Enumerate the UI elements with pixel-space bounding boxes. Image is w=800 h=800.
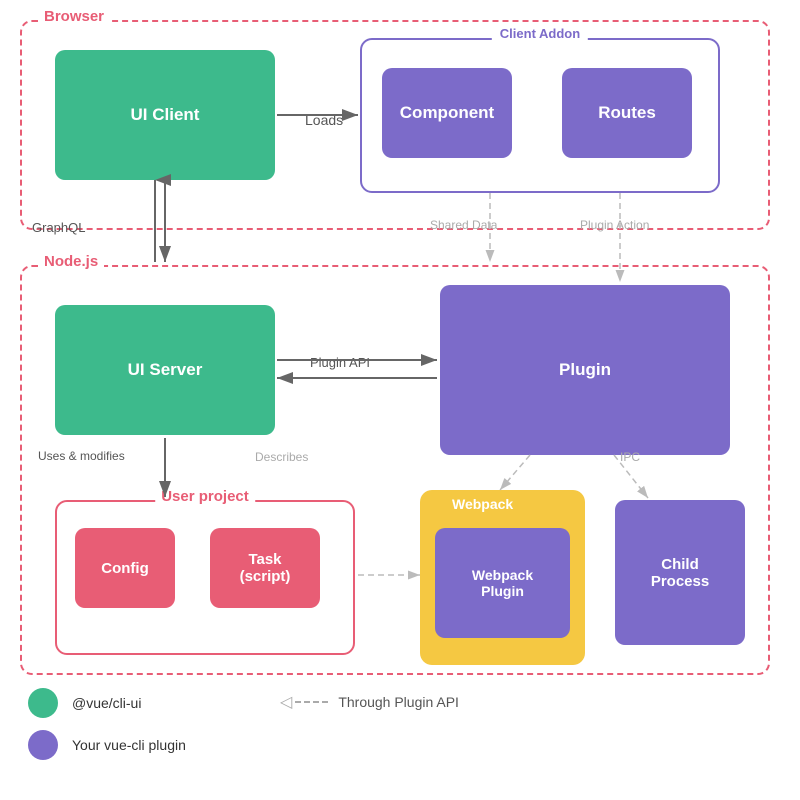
loads-label: Loads (305, 112, 343, 128)
browser-label: Browser (38, 8, 110, 25)
legend-green-item: @vue/cli-ui (28, 688, 186, 718)
ipc-label: IPC (620, 450, 640, 464)
uses-modifies-label: Uses & modifies (38, 448, 125, 465)
child-process-label: ChildProcess (651, 556, 709, 590)
client-addon-box: Client Addon Component Routes (360, 38, 720, 193)
task-box: Task(script) (210, 528, 320, 608)
client-addon-label: Client Addon (492, 26, 588, 41)
webpack-plugin-box: WebpackPlugin (435, 528, 570, 638)
routes-label: Routes (598, 103, 656, 123)
diagram: Browser Node.js UI Client Client Addon C… (0, 0, 800, 800)
component-label: Component (400, 103, 494, 123)
describes-label: Describes (255, 450, 308, 464)
nodejs-label: Node.js (38, 253, 104, 270)
plugin-api-label: Plugin API (310, 355, 370, 370)
legend: @vue/cli-ui Your vue-cli plugin (28, 688, 186, 772)
routes-box: Routes (562, 68, 692, 158)
config-box: Config (75, 528, 175, 608)
config-label: Config (101, 560, 148, 577)
child-process-box: ChildProcess (615, 500, 745, 645)
graphql-label: GraphQL (32, 220, 85, 235)
plugin-label: Plugin (559, 360, 611, 380)
ui-server-label: UI Server (128, 360, 203, 380)
legend-dashed-text: Through Plugin API (338, 694, 459, 710)
legend-dashed-item: ◁ Through Plugin API (280, 692, 459, 712)
ui-client-label: UI Client (131, 105, 200, 125)
legend-purple-text: Your vue-cli plugin (72, 737, 186, 753)
task-label: Task(script) (240, 551, 291, 585)
legend-purple-item: Your vue-cli plugin (28, 730, 186, 760)
user-project-label: User project (155, 488, 255, 505)
plugin-action-label: Plugin Action (580, 218, 649, 232)
component-box: Component (382, 68, 512, 158)
legend-green-text: @vue/cli-ui (72, 695, 141, 711)
webpack-label: Webpack (452, 496, 513, 512)
ui-client-box: UI Client (55, 50, 275, 180)
webpack-plugin-label: WebpackPlugin (472, 567, 533, 599)
green-circle (28, 688, 58, 718)
shared-data-label: Shared Data (430, 218, 497, 232)
plugin-box: Plugin (440, 285, 730, 455)
purple-circle (28, 730, 58, 760)
ui-server-box: UI Server (55, 305, 275, 435)
